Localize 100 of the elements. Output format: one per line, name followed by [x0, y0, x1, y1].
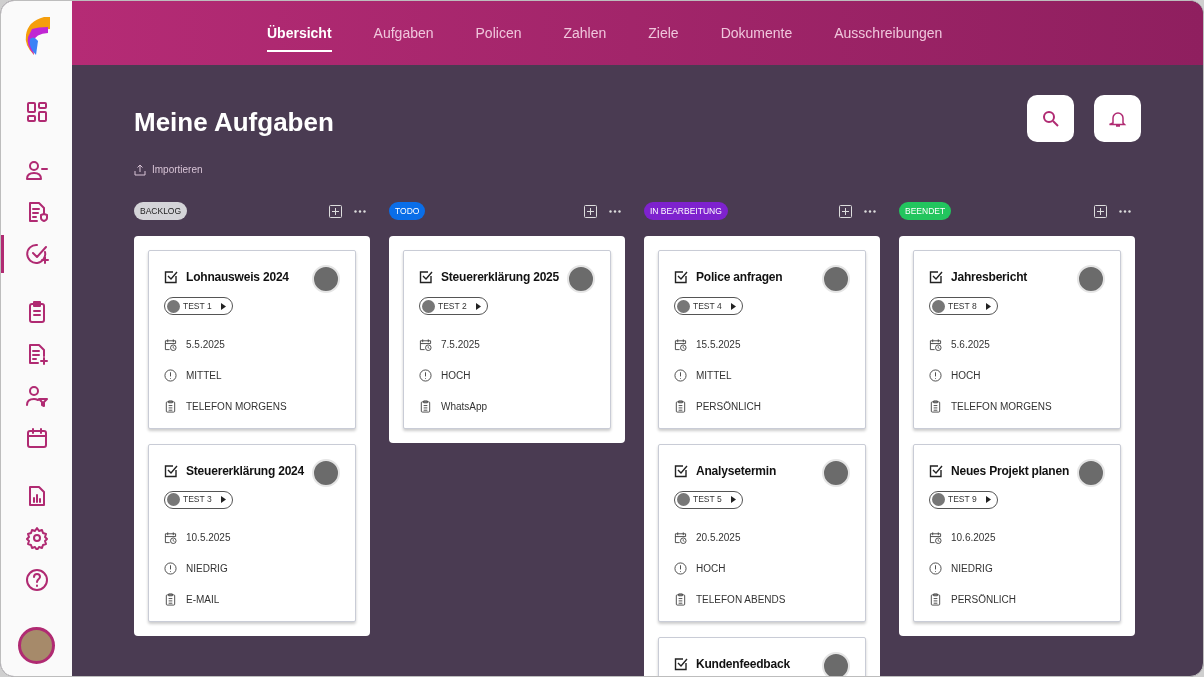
chip-avatar — [167, 299, 180, 313]
priority-label: MITTEL — [696, 368, 732, 383]
chip-avatar — [677, 493, 690, 506]
alert-icon — [929, 368, 942, 382]
contact-method: E-MAIL — [186, 593, 220, 607]
task-title: Police anfragen — [696, 269, 783, 286]
priority-label: HOCH — [696, 562, 726, 576]
checkbox-icon — [929, 463, 943, 478]
checkbox-icon — [164, 270, 178, 284]
nav-tab[interactable]: Dokumente — [720, 22, 793, 52]
contact-method: TELEFON MORGENS — [951, 399, 1052, 414]
checkbox-icon — [674, 657, 688, 671]
clipboard-icon — [929, 593, 942, 606]
task-title: Steuererklärung 2024 — [186, 462, 305, 480]
nav-tab[interactable]: Aufgaben — [373, 22, 434, 52]
calendar-clock-icon — [419, 337, 432, 351]
task-card[interactable]: Steuererklärung 2025 TEST 2 7.5.2025 HOCH WhatsApp — [403, 250, 611, 429]
status-badge: IN BEARBEITUNG — [644, 201, 728, 221]
play-icon — [220, 496, 226, 503]
task-card[interactable]: Neues Projekt planen TEST 9 10.6.2025 NIEDRIG PERSÖNLICH — [913, 443, 1121, 622]
priority-label: NIEDRIG — [186, 562, 228, 576]
task-card[interactable]: Kundenfeedback — [658, 637, 866, 676]
assignee-avatar — [1077, 458, 1105, 487]
status-badge: BACKLOG — [134, 201, 188, 221]
task-title: Neues Projekt planen — [951, 462, 1070, 480]
assignee-avatar — [1077, 265, 1105, 293]
checkbox-icon — [164, 463, 178, 478]
assignee-avatar — [822, 265, 850, 293]
play-icon — [220, 302, 226, 310]
chip-avatar — [677, 299, 690, 313]
clipboard-icon — [674, 399, 687, 413]
more-icon[interactable] — [609, 209, 621, 213]
due-date: 5.5.2025 — [186, 337, 225, 352]
more-icon[interactable] — [1119, 209, 1131, 213]
more-icon[interactable] — [864, 209, 876, 213]
due-date: 15.5.2025 — [696, 337, 741, 352]
bell-icon — [1108, 109, 1127, 128]
alert-icon — [929, 562, 942, 575]
status-badge: BEENDET — [899, 201, 952, 221]
alert-icon — [164, 562, 177, 575]
nav-tab[interactable]: Policen — [475, 22, 522, 52]
assignee-avatar — [312, 265, 340, 293]
task-card[interactable]: Jahresbericht TEST 8 5.6.2025 HOCH TELEFON MORGENS — [913, 250, 1121, 429]
chip-avatar — [932, 299, 945, 313]
status-badge: TODO — [389, 201, 426, 221]
add-icon[interactable] — [329, 204, 342, 218]
task-card[interactable]: Steuererklärung 2024 TEST 3 10.5.2025 NIEDRIG E-MAIL — [148, 443, 356, 622]
calendar-clock-icon — [674, 337, 687, 351]
search-button[interactable] — [1027, 95, 1074, 142]
add-icon[interactable] — [584, 204, 597, 218]
alert-icon — [674, 562, 687, 575]
due-date: 10.6.2025 — [951, 531, 996, 545]
upload-icon — [134, 163, 146, 176]
alert-icon — [164, 368, 177, 382]
add-icon[interactable] — [839, 204, 852, 218]
play-icon — [985, 496, 991, 503]
check-plus-icon — [24, 242, 49, 266]
notification-button[interactable] — [1094, 95, 1141, 142]
task-title: Analysetermin — [696, 462, 777, 480]
user-avatar[interactable] — [18, 627, 55, 664]
task-title: Jahresbericht — [951, 269, 1028, 286]
task-card[interactable]: Police anfragen TEST 4 15.5.2025 MITTEL PERSÖNLICH — [658, 250, 866, 429]
help-icon — [24, 568, 49, 592]
checkbox-icon — [674, 270, 688, 284]
assignee-avatar — [312, 458, 340, 487]
play-icon — [730, 496, 736, 503]
assignee-avatar — [567, 265, 595, 293]
more-icon[interactable] — [354, 209, 366, 213]
dashboard-icon — [24, 100, 49, 124]
clipboard-icon — [674, 593, 687, 606]
contact-method: WhatsApp — [441, 399, 488, 414]
task-card[interactable]: Analysetermin TEST 5 20.5.2025 HOCH TELEFON ABENDS — [658, 443, 866, 622]
chip-avatar — [167, 493, 180, 506]
nav-tab[interactable]: Übersicht — [267, 22, 332, 52]
assignee-avatar — [822, 652, 850, 676]
nav-tab[interactable]: Zahlen — [563, 22, 607, 52]
import-button[interactable]: Importieren — [134, 162, 203, 177]
clipboard-icon — [164, 399, 177, 413]
contact-method: TELEFON MORGENS — [186, 399, 287, 414]
task-card[interactable]: Lohnausweis 2024 TEST 1 5.5.2025 MITTEL TELEFON MORGENS — [148, 250, 356, 429]
logo-icon — [23, 15, 50, 55]
nav-tab[interactable]: Ausschreibungen — [834, 22, 943, 52]
user-minus-icon — [24, 158, 49, 182]
calendar-clock-icon — [164, 531, 177, 544]
checkbox-icon — [674, 463, 688, 478]
search-icon — [1041, 109, 1060, 128]
contact-method: TELEFON ABENDS — [696, 593, 786, 607]
contact-method: PERSÖNLICH — [696, 399, 761, 414]
due-date: 5.6.2025 — [951, 337, 990, 352]
task-title: Lohnausweis 2024 — [186, 269, 289, 286]
alert-icon — [419, 368, 432, 382]
calendar-clock-icon — [674, 531, 687, 544]
nav-tab[interactable]: Ziele — [648, 22, 679, 52]
calendar-icon — [24, 426, 49, 450]
add-icon[interactable] — [1094, 204, 1107, 218]
clipboard-icon — [164, 593, 177, 606]
contact-method: PERSÖNLICH — [951, 593, 1016, 607]
page-title: Meine Aufgaben — [134, 106, 334, 139]
play-icon — [475, 302, 481, 310]
clipboard-icon — [419, 399, 432, 413]
